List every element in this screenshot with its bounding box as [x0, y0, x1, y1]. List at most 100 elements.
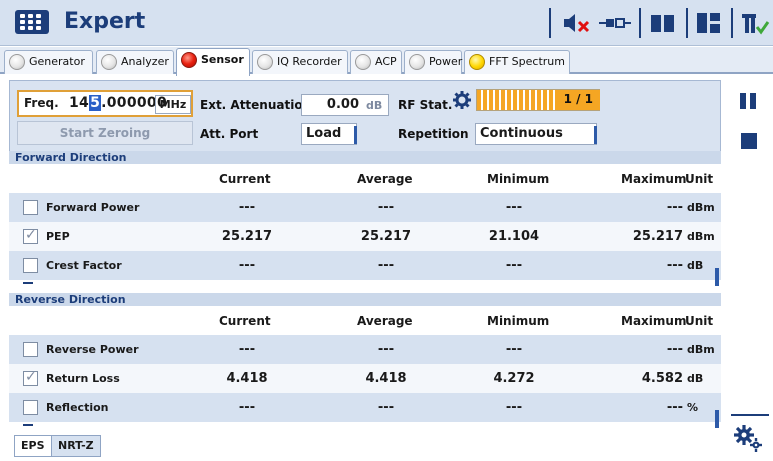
reverse-scrollbar[interactable] — [715, 410, 719, 428]
frequency-value: 145.000000 — [69, 95, 168, 111]
tab-sensor[interactable]: Sensor — [176, 48, 250, 76]
unit-value: dBm — [687, 343, 715, 356]
tab-status-led-icon — [355, 54, 371, 70]
split-screen-icon[interactable] — [694, 9, 724, 37]
start-zeroing-button[interactable]: Start Zeroing — [17, 121, 193, 145]
forward-scrollbar[interactable] — [715, 268, 719, 286]
column-maximum: Maximum — [621, 172, 687, 186]
pause-icon — [750, 93, 756, 109]
frequency-unit-selector[interactable]: MHz — [155, 95, 191, 114]
tab-status-led-icon — [181, 52, 197, 68]
repetition-label: Repetition — [398, 127, 469, 141]
tab-analyzer[interactable]: Analyzer — [96, 50, 174, 74]
settings-gear-icon[interactable] — [733, 424, 763, 452]
app-menu-grid-icon[interactable] — [15, 10, 49, 34]
tab-eps[interactable]: EPS — [14, 435, 52, 457]
tab-status-led-icon — [101, 54, 117, 70]
row-label: PEP — [46, 230, 70, 243]
tab-label: Generator — [29, 55, 85, 68]
frequency-label: Freq. — [24, 96, 59, 110]
minimum-value: 21.104 — [488, 229, 540, 244]
connection-plug-icon[interactable] — [598, 9, 632, 37]
tab-power[interactable]: Power — [404, 50, 462, 74]
rf-stat-gear-icon[interactable] — [453, 91, 471, 109]
pause-icon — [740, 93, 746, 109]
tab-label: Sensor — [201, 53, 244, 66]
table-row: Return Loss 4.418 4.418 4.272 4.582 dB — [9, 364, 721, 393]
pep-checkbox[interactable] — [23, 227, 38, 244]
tab-generator[interactable]: Generator — [4, 50, 93, 74]
unit-value: dBm — [687, 201, 715, 214]
tab-label: Power — [429, 55, 463, 68]
tab-fft-spectrum[interactable]: FFT Spectrum — [464, 50, 570, 74]
minimum-value: 4.272 — [493, 371, 535, 386]
tab-label: FFT Spectrum — [489, 55, 565, 68]
average-value: --- — [377, 400, 395, 415]
minimum-value: --- — [505, 400, 523, 415]
maximum-value: 25.217 — [632, 229, 683, 244]
run-control-column — [725, 76, 773, 461]
current-value: --- — [238, 258, 256, 273]
frequency-input[interactable]: Freq. 145.000000 MHz — [17, 90, 193, 117]
reflection-checkbox[interactable] — [23, 400, 38, 415]
ext-attenuation-value: 0.00 — [326, 97, 359, 112]
forward-power-checkbox[interactable] — [23, 200, 38, 215]
average-value: 4.418 — [365, 371, 407, 386]
minimum-value: --- — [505, 200, 523, 215]
config-area: Freq. 145.000000 MHz Start Zeroing Ext. … — [9, 80, 721, 152]
column-minimum: Minimum — [487, 314, 550, 328]
sensor-measurement-panel: Freq. 145.000000 MHz Start Zeroing Ext. … — [9, 76, 721, 429]
column-unit: Unit — [685, 172, 714, 186]
table-row: PEP 25.217 25.217 21.104 25.217 dBm — [9, 222, 721, 251]
stop-button[interactable] — [741, 133, 757, 149]
current-value: 4.418 — [226, 371, 268, 386]
average-value: --- — [377, 342, 395, 357]
measurement-tab-strip: Generator Analyzer Sensor IQ Recorder AC… — [0, 47, 773, 76]
app-title: Expert — [64, 9, 146, 34]
average-value: --- — [377, 200, 395, 215]
frequency-cursor-digit: 5 — [89, 95, 102, 111]
column-current: Current — [219, 314, 271, 328]
column-maximum: Maximum — [621, 314, 687, 328]
sensor-logo-icon[interactable] — [740, 9, 770, 37]
column-average: Average — [357, 314, 413, 328]
unit-value: % — [687, 401, 699, 414]
reverse-power-checkbox[interactable] — [23, 342, 38, 357]
reverse-direction-header: Reverse Direction — [9, 293, 721, 306]
tab-status-led-icon — [257, 54, 273, 70]
more-rows-indicator — [23, 424, 33, 426]
table-header-row: Current Average Minimum Maximum Unit — [9, 164, 721, 194]
repetition-dropdown[interactable]: Continuous — [475, 123, 597, 145]
rf-stat-count: 1 / 1 — [563, 92, 593, 106]
tab-label: IQ Recorder — [277, 55, 342, 68]
pause-button[interactable] — [740, 93, 758, 109]
tab-nrt-z[interactable]: NRT-Z — [51, 435, 101, 457]
att-port-dropdown[interactable]: Load — [301, 123, 357, 145]
maximum-value: --- — [666, 400, 683, 415]
tab-acp[interactable]: ACP — [350, 50, 402, 74]
crest-factor-checkbox[interactable] — [23, 258, 38, 273]
ext-attenuation-label: Ext. Attenuation — [200, 98, 312, 112]
table-row: Forward Power --- --- --- --- dBm — [9, 193, 721, 222]
library-book-icon[interactable] — [648, 9, 678, 37]
table-row: Reverse Power --- --- --- --- dBm — [9, 335, 721, 364]
title-bar: Expert — [0, 0, 773, 46]
maximum-value: --- — [666, 200, 683, 215]
current-value: --- — [238, 342, 256, 357]
column-unit: Unit — [685, 314, 714, 328]
column-current: Current — [219, 172, 271, 186]
row-label: Forward Power — [46, 201, 140, 214]
tab-label: ACP — [375, 55, 397, 68]
mute-speaker-icon[interactable] — [562, 9, 592, 37]
column-minimum: Minimum — [487, 172, 550, 186]
rf-stat-progress-bar: 1 / 1 — [476, 89, 600, 111]
titlebar-separator — [686, 8, 688, 38]
tab-iq-recorder[interactable]: IQ Recorder — [252, 50, 348, 74]
maximum-value: --- — [666, 258, 683, 273]
table-header-row: Current Average Minimum Maximum Unit — [9, 306, 721, 336]
return-loss-checkbox[interactable] — [23, 369, 38, 386]
table-row: Reflection --- --- --- --- % — [9, 393, 721, 422]
tab-status-led-icon — [9, 54, 25, 70]
average-value: --- — [377, 258, 395, 273]
average-value: 25.217 — [360, 229, 412, 244]
